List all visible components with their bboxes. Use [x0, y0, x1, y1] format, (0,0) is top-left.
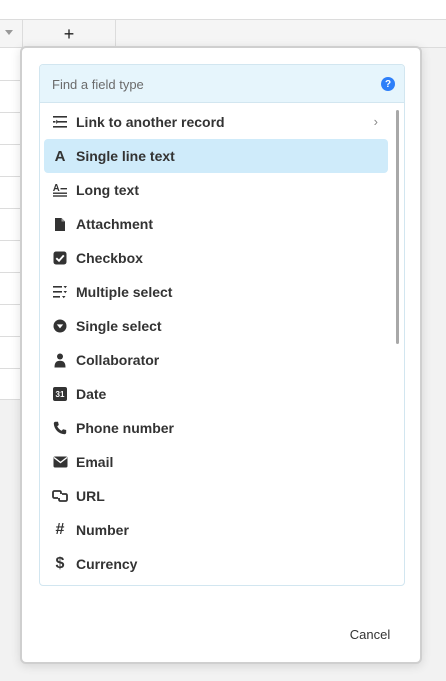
- checkbox-icon: [44, 251, 76, 265]
- field-type-label: Attachment: [76, 216, 154, 232]
- row-divider: [0, 304, 22, 305]
- field-type-single-select[interactable]: Single select: [44, 309, 388, 343]
- field-type-collaborator[interactable]: Collaborator: [44, 343, 388, 377]
- url-icon: [44, 490, 76, 502]
- field-type-label: Email: [76, 454, 114, 470]
- scrollbar-thumb[interactable]: [396, 110, 399, 344]
- row-divider: [0, 112, 22, 113]
- attachment-icon: [44, 217, 76, 232]
- column-divider: [115, 20, 116, 48]
- chevron-right-icon: ›: [373, 114, 378, 129]
- help-icon[interactable]: ?: [381, 77, 395, 91]
- field-type-label: Number: [76, 522, 129, 538]
- field-type-list: Link to another record › A Single line t…: [40, 103, 404, 585]
- field-type-label: URL: [76, 488, 105, 504]
- field-type-picker: ? Link to another record › A Single line…: [39, 64, 405, 586]
- field-type-label: Multiple select: [76, 284, 173, 300]
- phone-icon: [44, 421, 76, 435]
- field-type-label: Currency: [76, 556, 138, 572]
- field-type-email[interactable]: Email: [44, 445, 388, 479]
- row-divider: [0, 336, 22, 337]
- date-icon-glyph: 31: [55, 390, 65, 399]
- multiple-select-icon: [44, 285, 76, 299]
- field-type-number[interactable]: # Number: [44, 513, 388, 547]
- field-type-multiple-select[interactable]: Multiple select: [44, 275, 388, 309]
- field-type-dialog: ? Link to another record › A Single line…: [20, 46, 422, 664]
- field-type-checkbox[interactable]: Checkbox: [44, 241, 388, 275]
- field-type-phone-number[interactable]: Phone number: [44, 411, 388, 445]
- field-type-label: Date: [76, 386, 107, 402]
- date-icon: 31: [44, 387, 76, 401]
- field-type-single-line-text[interactable]: A Single line text: [44, 139, 388, 173]
- grid-rows: [0, 48, 22, 400]
- cancel-button[interactable]: Cancel: [340, 623, 400, 645]
- field-type-long-text[interactable]: Long text: [44, 173, 388, 207]
- number-icon: #: [55, 521, 65, 538]
- row-divider: [0, 399, 22, 400]
- search-bar: ?: [40, 65, 404, 103]
- field-type-date[interactable]: 31 Date: [44, 377, 388, 411]
- field-type-link-to-another-record[interactable]: Link to another record ›: [44, 105, 388, 139]
- row-divider: [0, 208, 22, 209]
- grid-top-bar: [0, 0, 446, 19]
- field-type-url[interactable]: URL: [44, 479, 388, 513]
- email-icon: [44, 456, 76, 468]
- row-divider: [0, 144, 22, 145]
- field-type-label: Phone number: [76, 420, 175, 436]
- row-divider: [0, 176, 22, 177]
- field-type-label: Link to another record: [76, 114, 225, 130]
- row-divider: [0, 272, 22, 273]
- list-scrollbar[interactable]: [394, 107, 400, 583]
- field-type-label: Long text: [76, 182, 139, 198]
- row-divider: [0, 368, 22, 369]
- single-select-icon: [44, 319, 76, 333]
- field-type-label: Checkbox: [76, 250, 143, 266]
- field-type-search-input[interactable]: [52, 73, 362, 95]
- field-type-currency[interactable]: $ Currency: [44, 547, 388, 581]
- row-divider: [0, 240, 22, 241]
- link-record-icon: [44, 115, 76, 129]
- single-line-text-icon: A: [54, 147, 66, 165]
- field-type-attachment[interactable]: Attachment: [44, 207, 388, 241]
- row-divider: [0, 80, 22, 81]
- collaborator-icon: [44, 353, 76, 368]
- currency-icon: $: [55, 555, 65, 572]
- field-type-label: Single line text: [76, 148, 175, 164]
- grid-header-row: +: [0, 19, 446, 48]
- field-type-label: Single select: [76, 318, 162, 334]
- column-dropdown-caret-icon[interactable]: [5, 30, 13, 35]
- add-field-button[interactable]: +: [23, 20, 115, 48]
- long-text-icon: [44, 183, 76, 197]
- field-type-label: Collaborator: [76, 352, 160, 368]
